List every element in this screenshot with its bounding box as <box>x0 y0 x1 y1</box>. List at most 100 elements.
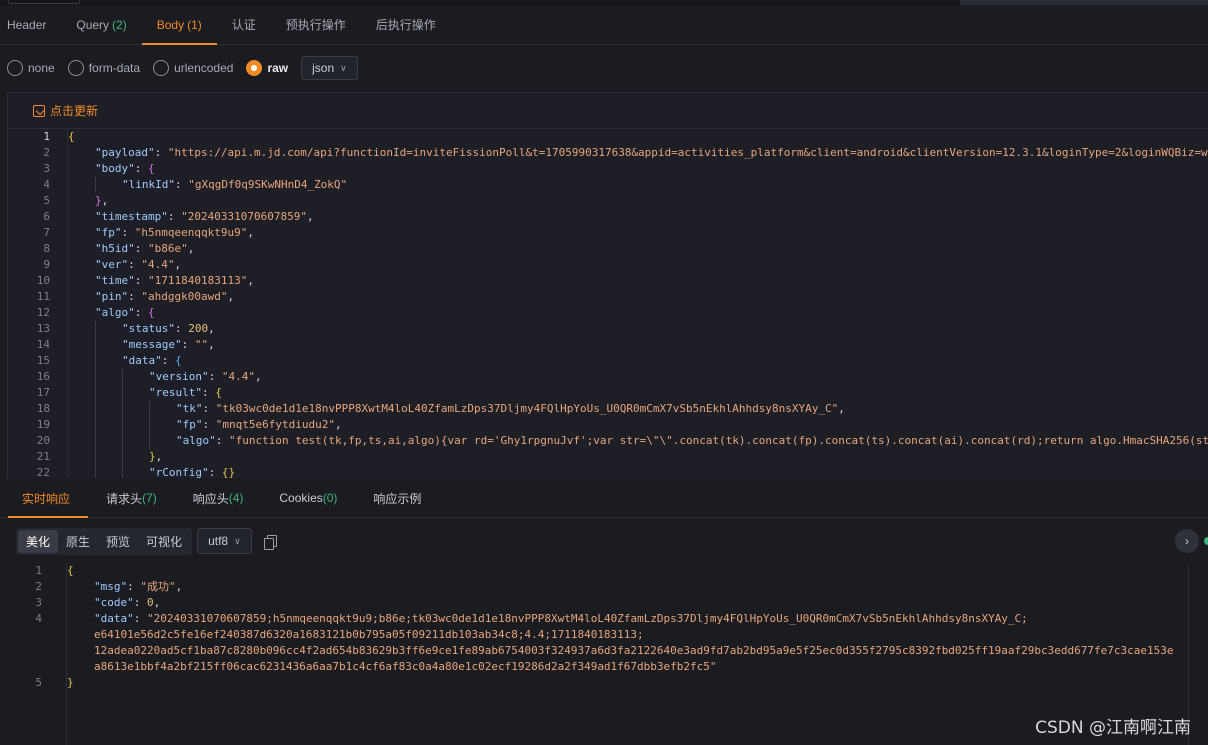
code-token: : <box>202 418 216 431</box>
code-line: "ver": "4.4", <box>68 257 1208 273</box>
radio-form-data[interactable]: form-data <box>67 60 140 76</box>
body-type-selector: none form-data urlencoded raw json ∨ <box>0 55 358 81</box>
response-tab-0[interactable]: 实时响应 <box>0 479 89 518</box>
code-token: : <box>128 258 142 271</box>
expand-panel-button[interactable]: › <box>1175 529 1199 553</box>
code-token: : <box>133 596 147 609</box>
response-toolbar: 美化 原生 预览 可视化 utf8 ∨ <box>16 527 277 555</box>
view-mode-0[interactable]: 美化 <box>18 529 59 553</box>
indent-guide <box>95 321 122 337</box>
tab-1[interactable]: Query (2) <box>61 5 141 44</box>
indent-guide <box>95 401 122 417</box>
line-number: 14 <box>36 338 50 351</box>
code-token: e64101e56d2c5fe16ef240387d6320a1683121b0… <box>94 628 644 641</box>
radio-urlencoded[interactable]: urlencoded <box>153 60 233 76</box>
indent-guide <box>68 385 95 401</box>
response-code-lines[interactable]: {"msg": "成功", "code": 0, "data": "20240331… <box>66 563 1188 745</box>
code-token: 0 <box>147 596 154 609</box>
indent-guide <box>68 193 95 209</box>
code-line: "code": 0, <box>67 595 1188 611</box>
encoding-select[interactable]: utf8 ∨ <box>197 528 252 554</box>
line-number: 13 <box>36 322 50 335</box>
code-token: "mnqt5e6fytdiudu2" <box>215 418 335 431</box>
line-number: 2 <box>35 580 42 593</box>
indent-guide <box>122 417 149 433</box>
code-token: : <box>134 242 148 255</box>
code-token: : <box>127 580 141 593</box>
response-tab-4[interactable]: 响应示例 <box>355 479 439 517</box>
code-line: { <box>68 129 1208 145</box>
code-token: "rConfig" <box>149 466 209 478</box>
code-line: "data": "20240331070607859;h5nmqeenqqkt9… <box>67 611 1188 627</box>
code-token: "version" <box>149 370 209 383</box>
code-token: , <box>254 370 262 383</box>
response-tab-1[interactable]: 请求头 (7) <box>88 479 175 517</box>
line-number: 19 <box>36 418 50 431</box>
code-token: "data" <box>94 612 134 625</box>
indent-guide <box>122 369 149 385</box>
line-number: 16 <box>36 370 50 383</box>
code-token: "b86e" <box>148 242 188 255</box>
line-number: 9 <box>43 258 50 271</box>
code-line: 12adea0220ad5cf1ba87c8280b096cc4f2ad654b… <box>67 643 1188 659</box>
tab-label: Query <box>76 17 110 32</box>
radio-none[interactable]: none <box>7 60 55 76</box>
view-mode-1[interactable]: 原生 <box>58 530 98 553</box>
code-token: "成功" <box>140 580 176 593</box>
tab-label: Body <box>156 17 185 32</box>
format-select[interactable]: json ∨ <box>301 56 358 80</box>
indent-guide <box>68 465 95 478</box>
code-line: } <box>67 675 1188 691</box>
code-token: "h5nmqeenqqkt9u9" <box>134 226 248 239</box>
tab-count: (2) <box>112 17 127 32</box>
line-number: 18 <box>36 402 50 415</box>
indent-guide <box>68 257 95 273</box>
radio-raw[interactable]: raw <box>246 60 288 76</box>
code-line: "rConfig": {} <box>68 465 1208 478</box>
indent-guide <box>68 225 95 241</box>
tab-4[interactable]: 预执行操作 <box>271 5 361 44</box>
request-code-lines[interactable]: {"payload": "https://api.m.jd.com/api?fu… <box>67 129 1208 478</box>
code-token: , <box>334 418 342 431</box>
response-body[interactable]: 12345 {"msg": "成功", "code": 0, "data": "20… <box>0 563 1188 745</box>
radio-label: urlencoded <box>174 61 234 75</box>
indent-guide <box>95 417 122 433</box>
line-number: 4 <box>35 612 42 625</box>
tab-5[interactable]: 后执行操作 <box>361 5 451 44</box>
code-line: }, <box>68 449 1208 465</box>
code-token: "1711840183113" <box>148 274 248 287</box>
tab-label: 预执行操作 <box>285 18 346 32</box>
radio-circle-icon <box>7 60 23 76</box>
tab-0[interactable]: Header <box>0 5 61 44</box>
tab-2[interactable]: Body (1) <box>141 5 217 45</box>
indent-guide <box>68 177 95 193</box>
indent-guide <box>68 209 95 225</box>
response-tab-3[interactable]: Cookies (0) <box>261 479 355 517</box>
response-tab-2[interactable]: 响应头 (4) <box>175 479 262 517</box>
response-tab-label: 实时响应 <box>22 491 71 506</box>
code-line: }, <box>68 193 1208 209</box>
chevron-down-icon: ∨ <box>234 535 241 546</box>
radio-label: none <box>28 61 55 75</box>
line-number: 11 <box>36 290 50 303</box>
watermark: CSDN @江南啊江南 <box>1035 718 1191 738</box>
response-tab-label: 响应示例 <box>373 491 422 506</box>
code-token: "https://api.m.jd.com/api?functionId=inv… <box>167 146 1208 159</box>
request-code[interactable]: 1 2 3 4 5 6 7 8 9 10 11 12 13 14 15 16 17 18 19 20 21 22 {"pa… <box>8 129 1208 478</box>
indent-guide <box>68 289 95 305</box>
update-button[interactable]: 点击更新 <box>8 93 1208 129</box>
indent-guide <box>95 353 122 369</box>
tab-count: (1) <box>187 17 202 32</box>
status-dot <box>1204 537 1208 545</box>
code-token: : <box>121 226 135 239</box>
copy-icon[interactable] <box>263 534 277 550</box>
line-number: 5 <box>35 676 42 689</box>
code-line: "status": 200, <box>68 321 1208 337</box>
code-token: {} <box>221 466 236 478</box>
view-mode-3[interactable]: 可视化 <box>138 530 190 553</box>
request-body-editor[interactable]: 点击更新 1 2 3 4 5 6 7 8 9 10 11 12 13 14 15 16 17 18 19 20 21 22… <box>7 92 1208 478</box>
indent-guide <box>68 161 95 177</box>
tab-3[interactable]: 认证 <box>217 5 271 44</box>
view-mode-2[interactable]: 预览 <box>98 530 138 553</box>
response-tab-label: 响应头 <box>192 491 229 506</box>
